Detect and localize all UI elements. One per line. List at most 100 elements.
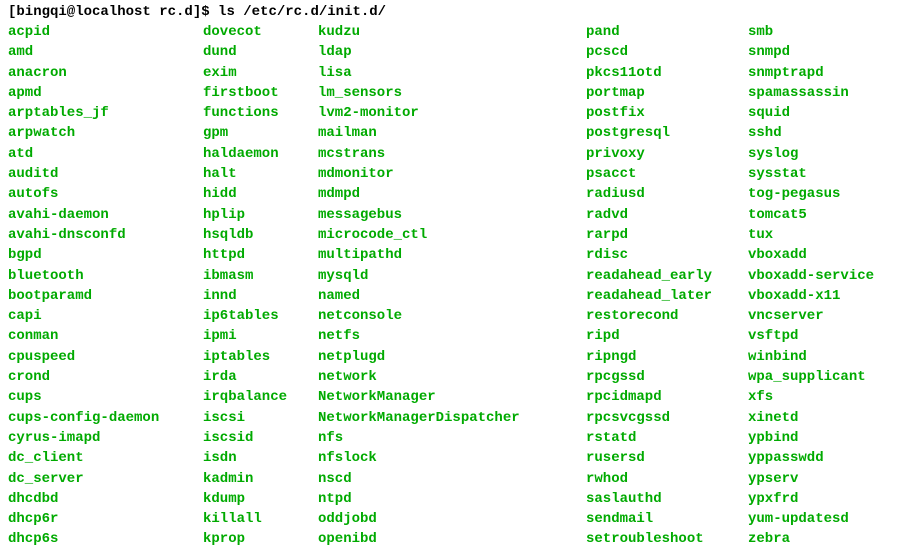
terminal-prompt-line: [bingqi@localhost rc.d]$ ls /etc/rc.d/in… — [8, 4, 906, 20]
file-entry: rwhod — [586, 469, 748, 489]
file-entry: tog-pegasus — [748, 184, 874, 204]
directory-listing: acpidamdanacronapmdarptables_jfarpwatcha… — [8, 22, 906, 550]
file-entry: ntpd — [318, 489, 586, 509]
file-entry: irda — [203, 367, 318, 387]
file-entry: capi — [8, 306, 203, 326]
file-entry: winbind — [748, 347, 874, 367]
file-entry: setroubleshoot — [586, 529, 748, 549]
file-entry: bluetooth — [8, 266, 203, 286]
file-entry: NetworkManagerDispatcher — [318, 408, 586, 428]
file-entry: cups — [8, 387, 203, 407]
file-entry: auditd — [8, 164, 203, 184]
file-entry: rarpd — [586, 225, 748, 245]
file-entry: readahead_later — [586, 286, 748, 306]
file-entry: iptables — [203, 347, 318, 367]
file-entry: acpid — [8, 22, 203, 42]
file-entry: arpwatch — [8, 123, 203, 143]
file-entry: vboxadd-service — [748, 266, 874, 286]
file-entry: restorecond — [586, 306, 748, 326]
file-entry: rstatd — [586, 428, 748, 448]
file-entry: nscd — [318, 469, 586, 489]
listing-column-1: acpidamdanacronapmdarptables_jfarpwatcha… — [8, 22, 203, 550]
file-entry: ldap — [318, 42, 586, 62]
file-entry: autofs — [8, 184, 203, 204]
file-entry: pcscd — [586, 42, 748, 62]
file-entry: lm_sensors — [318, 83, 586, 103]
file-entry: ibmasm — [203, 266, 318, 286]
file-entry: anacron — [8, 63, 203, 83]
file-entry: kprop — [203, 529, 318, 549]
file-entry: messagebus — [318, 205, 586, 225]
file-entry: snmptrapd — [748, 63, 874, 83]
file-entry: yppasswdd — [748, 448, 874, 468]
file-entry: netplugd — [318, 347, 586, 367]
file-entry: killall — [203, 509, 318, 529]
file-entry: hplip — [203, 205, 318, 225]
file-entry: avahi-daemon — [8, 205, 203, 225]
file-entry: mdmonitor — [318, 164, 586, 184]
file-entry: bootparamd — [8, 286, 203, 306]
file-entry: postfix — [586, 103, 748, 123]
file-entry: crond — [8, 367, 203, 387]
file-entry: netconsole — [318, 306, 586, 326]
file-entry: sysstat — [748, 164, 874, 184]
file-entry: iscsid — [203, 428, 318, 448]
file-entry: wpa_supplicant — [748, 367, 874, 387]
file-entry: cups-config-daemon — [8, 408, 203, 428]
file-entry: hsqldb — [203, 225, 318, 245]
file-entry: isdn — [203, 448, 318, 468]
file-entry: oddjobd — [318, 509, 586, 529]
file-entry: mcstrans — [318, 144, 586, 164]
file-entry: iscsi — [203, 408, 318, 428]
file-entry: dovecot — [203, 22, 318, 42]
file-entry: cpuspeed — [8, 347, 203, 367]
file-entry: radiusd — [586, 184, 748, 204]
file-entry: hidd — [203, 184, 318, 204]
file-entry: rpcgssd — [586, 367, 748, 387]
file-entry: mailman — [318, 123, 586, 143]
file-entry: postgresql — [586, 123, 748, 143]
file-entry: named — [318, 286, 586, 306]
file-entry: sshd — [748, 123, 874, 143]
file-entry: dhcp6r — [8, 509, 203, 529]
file-entry: snmpd — [748, 42, 874, 62]
file-entry: tux — [748, 225, 874, 245]
file-entry: nfs — [318, 428, 586, 448]
file-entry: pkcs11otd — [586, 63, 748, 83]
file-entry: xfs — [748, 387, 874, 407]
file-entry: multipathd — [318, 245, 586, 265]
file-entry: ypxfrd — [748, 489, 874, 509]
file-entry: rpcidmapd — [586, 387, 748, 407]
file-entry: dc_client — [8, 448, 203, 468]
file-entry: rusersd — [586, 448, 748, 468]
file-entry: portmap — [586, 83, 748, 103]
file-entry: xinetd — [748, 408, 874, 428]
file-entry: radvd — [586, 205, 748, 225]
file-entry: dund — [203, 42, 318, 62]
file-entry: readahead_early — [586, 266, 748, 286]
file-entry: amd — [8, 42, 203, 62]
file-entry: dhcdbd — [8, 489, 203, 509]
file-entry: haldaemon — [203, 144, 318, 164]
file-entry: irqbalance — [203, 387, 318, 407]
file-entry: mysqld — [318, 266, 586, 286]
file-entry: dc_server — [8, 469, 203, 489]
file-entry: ip6tables — [203, 306, 318, 326]
file-entry: avahi-dnsconfd — [8, 225, 203, 245]
file-entry: functions — [203, 103, 318, 123]
file-entry: firstboot — [203, 83, 318, 103]
file-entry: sendmail — [586, 509, 748, 529]
file-entry: mdmpd — [318, 184, 586, 204]
file-entry: ipmi — [203, 326, 318, 346]
file-entry: vncserver — [748, 306, 874, 326]
file-entry: bgpd — [8, 245, 203, 265]
file-entry: lvm2-monitor — [318, 103, 586, 123]
file-entry: rdisc — [586, 245, 748, 265]
file-entry: conman — [8, 326, 203, 346]
file-entry: syslog — [748, 144, 874, 164]
file-entry: exim — [203, 63, 318, 83]
file-entry: pand — [586, 22, 748, 42]
listing-column-5: smbsnmpdsnmptrapdspamassassinsquidsshdsy… — [748, 22, 874, 550]
file-entry: NetworkManager — [318, 387, 586, 407]
file-entry: vsftpd — [748, 326, 874, 346]
